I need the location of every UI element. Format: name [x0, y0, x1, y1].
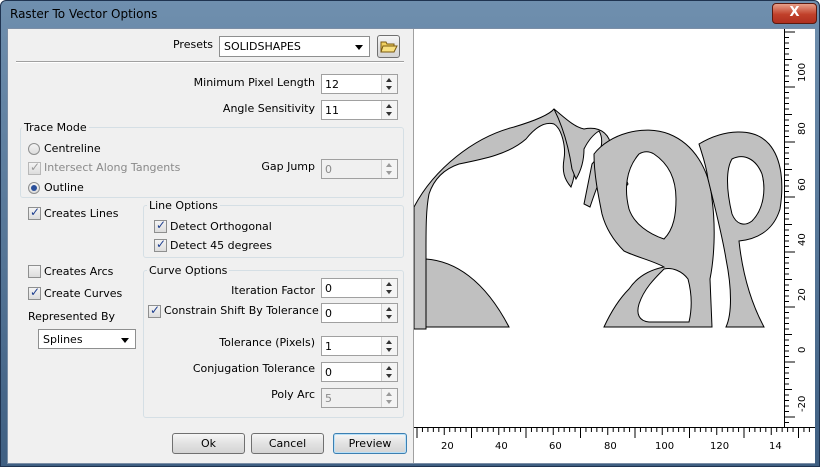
dialog-window: Raster To Vector Options X Presets SOLID…	[0, 0, 820, 467]
conjugation-tolerance-input[interactable]: 0	[321, 362, 398, 382]
spinner-arrows[interactable]	[381, 101, 397, 119]
outline-label: Outline	[44, 181, 84, 194]
creates-arcs-label: Creates Arcs	[44, 265, 114, 278]
horizontal-ruler: 20 40 60 80 100 120 14	[414, 427, 815, 463]
x-tick-label: 120	[710, 441, 730, 452]
represented-by-label: Represented By	[28, 310, 116, 323]
y-tick-label: 40	[797, 233, 808, 246]
min-pixel-length-label: Minimum Pixel Length	[193, 76, 315, 89]
detect-orthogonal-checkbox[interactable]	[154, 218, 167, 233]
ok-button[interactable]: Ok	[172, 433, 245, 454]
constrain-shift-input[interactable]: 0	[321, 303, 398, 323]
vertical-ruler: 100 80 60 40 20 0 -20 -4	[784, 29, 815, 461]
spinner-arrows[interactable]	[381, 75, 397, 93]
x-tick-label: 14	[769, 441, 782, 452]
angle-sensitivity-label: Angle Sensitivity	[222, 102, 315, 115]
constrain-shift-checkbox[interactable]	[148, 303, 161, 318]
creates-lines-label: Creates Lines	[44, 207, 119, 220]
tolerance-label: Tolerance (Pixels)	[219, 336, 315, 349]
traced-shape-m-foot	[425, 258, 510, 328]
tolerance-value: 1	[325, 340, 332, 353]
conjugation-tolerance-label: Conjugation Tolerance	[192, 362, 315, 375]
close-icon: X	[789, 5, 800, 20]
gap-jump-label: Gap Jump	[261, 160, 315, 173]
x-tick-label: 20	[441, 441, 454, 452]
preview-button[interactable]: Preview	[333, 433, 407, 454]
traced-shapes-preview	[414, 108, 783, 330]
close-button[interactable]: X	[772, 3, 817, 24]
open-folder-icon	[379, 41, 398, 53]
y-tick-label: 100	[797, 62, 808, 82]
creates-arcs-checkbox[interactable]	[28, 265, 41, 278]
constrain-shift-value: 0	[325, 307, 332, 320]
iteration-factor-input[interactable]: 0	[321, 278, 398, 298]
represented-by-value: Splines	[43, 333, 83, 346]
presets-value: SOLIDSHAPES	[224, 40, 301, 53]
gap-jump-value: 0	[325, 163, 332, 176]
x-tick-label: 40	[495, 441, 508, 452]
creates-lines-checkbox[interactable]	[28, 205, 41, 220]
preview-pane[interactable]: 100 80 60 40 20 0 -20 -4 20 40 60 80 100	[413, 29, 815, 463]
poly-arc-value: 5	[325, 392, 332, 405]
tolerance-input[interactable]: 1	[321, 336, 398, 356]
intersect-tangents-label: Intersect Along Tangents	[44, 161, 181, 174]
intersect-tangents-checkbox[interactable]	[28, 160, 41, 175]
line-options-title: Line Options	[147, 199, 220, 212]
spinner-arrows[interactable]	[381, 279, 397, 297]
y-tick-label: 80	[797, 122, 808, 135]
spinner-arrows[interactable]	[381, 363, 397, 381]
min-pixel-length-input[interactable]: 12	[321, 74, 398, 94]
x-tick-label: 80	[604, 441, 617, 452]
y-tick-label: 60	[797, 178, 808, 191]
poly-arc-input[interactable]: 5	[321, 388, 398, 408]
y-tick-label: 0	[797, 346, 808, 353]
dialog-client-area: Presets SOLIDSHAPES Minimum Pixel Length…	[7, 28, 815, 464]
spinner-arrows[interactable]	[381, 389, 397, 407]
detect-orthogonal-label: Detect Orthogonal	[170, 220, 272, 233]
presets-dropdown[interactable]: SOLIDSHAPES	[219, 36, 370, 57]
cancel-button[interactable]: Cancel	[251, 433, 324, 454]
centreline-label: Centreline	[44, 142, 101, 155]
conjugation-tolerance-value: 0	[325, 366, 332, 379]
spinner-arrows[interactable]	[381, 160, 397, 178]
x-tick-label: 60	[549, 441, 562, 452]
trace-mode-title: Trace Mode	[22, 121, 89, 134]
vertical-ruler-ticks	[784, 29, 795, 427]
angle-sensitivity-input[interactable]: 11	[321, 100, 398, 120]
constrain-shift-label: Constrain Shift By Tolerance	[164, 304, 319, 317]
open-folder-button[interactable]	[377, 35, 400, 58]
min-pixel-length-value: 12	[325, 78, 339, 91]
traced-shape-a	[593, 129, 715, 328]
y-tick-label: -20	[797, 395, 808, 412]
x-tick-label: 100	[655, 441, 675, 452]
iteration-factor-value: 0	[325, 282, 332, 295]
title-bar[interactable]: Raster To Vector Options X	[1, 1, 819, 28]
create-curves-label: Create Curves	[44, 287, 123, 300]
chevron-down-icon	[121, 338, 129, 343]
spinner-arrows[interactable]	[381, 337, 397, 355]
centreline-radio[interactable]	[28, 143, 40, 155]
represented-by-dropdown[interactable]: Splines	[38, 329, 136, 349]
angle-sensitivity-value: 11	[325, 104, 339, 117]
presets-separator	[16, 61, 404, 63]
outline-radio[interactable]	[28, 182, 40, 194]
window-title: Raster To Vector Options	[10, 7, 158, 21]
create-curves-checkbox[interactable]	[28, 285, 41, 300]
poly-arc-label: Poly Arc	[271, 388, 315, 401]
iteration-factor-label: Iteration Factor	[231, 284, 315, 297]
spinner-arrows[interactable]	[381, 304, 397, 322]
gap-jump-input[interactable]: 0	[321, 159, 398, 179]
presets-label: Presets	[172, 38, 213, 51]
chevron-down-icon	[355, 45, 363, 50]
curve-options-title: Curve Options	[147, 264, 230, 277]
y-tick-label: 20	[797, 288, 808, 301]
detect-45-label: Detect 45 degrees	[170, 239, 272, 252]
detect-45-checkbox[interactable]	[154, 237, 167, 252]
